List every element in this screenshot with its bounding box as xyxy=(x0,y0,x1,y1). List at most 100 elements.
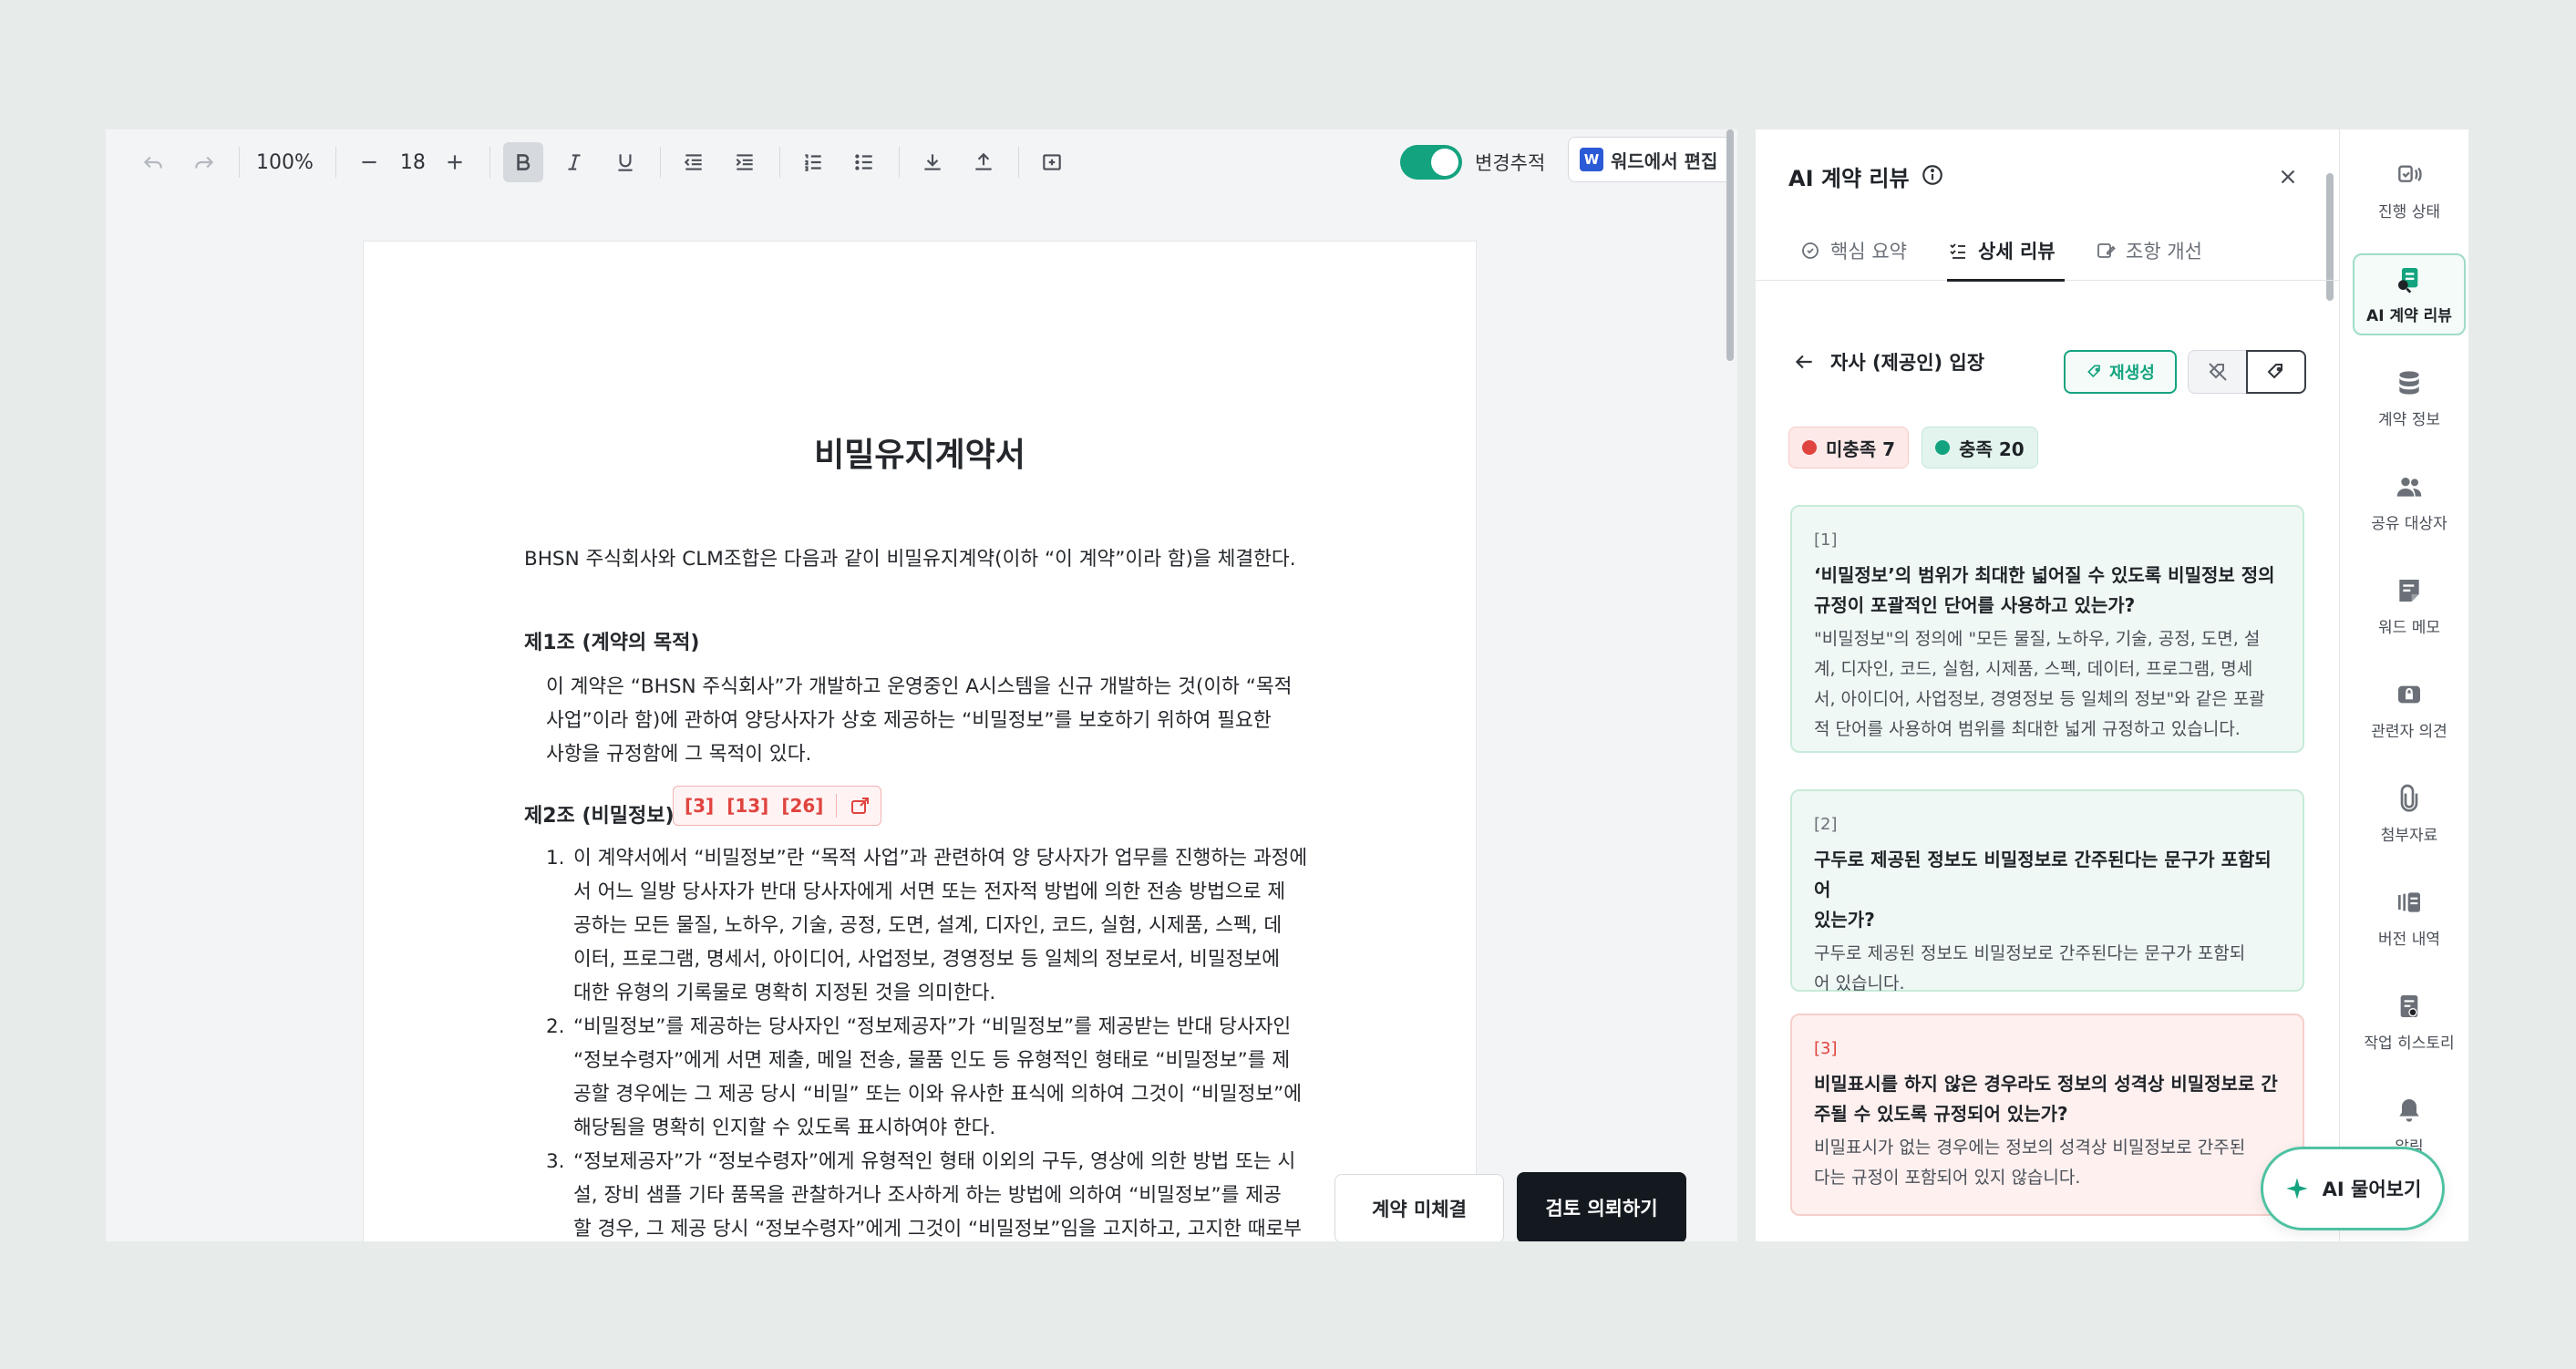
ref-tag[interactable]: [13] xyxy=(726,795,768,817)
font-size-value[interactable]: 18 xyxy=(400,151,426,174)
clause-review-refs[interactable]: [3] [13] [26] xyxy=(673,786,882,826)
card-answer-line: 비밀표시가 없는 경우에는 정보의 성격상 비밀정보로 간주된 xyxy=(1814,1137,2246,1158)
card-answer-line: 서, 아이디어, 사업정보, 경영정보 등 일체의 정보"와 같은 포괄 xyxy=(1814,689,2265,709)
undo-icon[interactable] xyxy=(133,142,173,182)
bold-icon[interactable] xyxy=(502,142,543,182)
indent-icon[interactable] xyxy=(725,142,765,182)
ai-panel-title: AI 계약 리뷰 xyxy=(1788,166,1910,191)
document-intro: BHSN 주식회사와 CLM조합은 다음과 같이 비밀유지계약(이하 “이 계약… xyxy=(524,548,1296,571)
open-review-icon[interactable] xyxy=(850,795,871,817)
card-answer-line: 어 있습니다. xyxy=(1814,973,1905,993)
track-changes-label: 변경추적 xyxy=(1475,152,1546,174)
card-question: 구두로 제공된 정보도 비밀정보로 간주된다는 문구가 포함되어 있는가? xyxy=(1814,845,2281,935)
card-answer-line: 계, 디자인, 코드, 실험, 시제품, 스펙, 데이터, 프로그램, 명세 xyxy=(1814,659,2253,679)
underline-icon[interactable] xyxy=(605,142,645,182)
checklist-icon xyxy=(1950,243,1965,259)
card-answer: 구두로 제공된 정보도 비밀정보로 간주된다는 문구가 포함되 어 있습니다. xyxy=(1814,939,2281,999)
document-title: 비밀유지계약서 xyxy=(814,437,1025,474)
unmet-dot xyxy=(1802,440,1817,455)
met-count: 충족 20 xyxy=(1959,437,2025,460)
card-question-line: 규정이 포괄적인 단어를 사용하고 있는가? xyxy=(1814,594,2136,616)
editor-scrollbar[interactable] xyxy=(1726,129,1734,361)
progress-icon xyxy=(2398,164,2422,182)
close-icon[interactable] xyxy=(2272,160,2304,193)
list-item-line: “정보제공자”가 “정보수령자”에게 유형적인 형태 이외의 구두, 영상에 의… xyxy=(573,1150,1296,1173)
review-card[interactable]: [2] 구두로 제공된 정보도 비밀정보로 간주된다는 문구가 포함되어 있는가… xyxy=(1790,789,2304,993)
unmet-filter[interactable]: 미충족 7 xyxy=(1788,427,1910,468)
card-number: [2] xyxy=(1814,815,1838,834)
article-1-line: 이 계약은 “BHSN 주식회사”가 개발하고 운영중인 A시스템을 신규 개발… xyxy=(546,675,1293,698)
position-label: 자사 (제공인) 입장 xyxy=(1830,352,1985,374)
nav-version-history[interactable]: 버전 내역 xyxy=(2353,877,2466,959)
track-changes-toggle[interactable] xyxy=(1400,145,1462,180)
tab-label: 상세 리뷰 xyxy=(1978,241,2056,262)
review-card[interactable]: [3] 비밀표시를 하지 않은 경우라도 정보의 성격상 비밀정보로 간 주될 … xyxy=(1790,1014,2304,1216)
hide-tags-button[interactable] xyxy=(2188,350,2246,394)
tab-clause-improvement[interactable]: 조항 개선 xyxy=(2095,221,2202,281)
unmet-count: 미충족 7 xyxy=(1826,437,1896,460)
view-toggle-group xyxy=(2188,350,2306,394)
position-header: 자사 (제공인) 입장 xyxy=(1792,348,1984,376)
nav-word-memo[interactable]: 워드 메모 xyxy=(2353,565,2466,647)
nav-label: 첨부자료 xyxy=(2380,826,2438,845)
card-number: [1] xyxy=(1814,530,1838,550)
nav-progress-status[interactable]: 진행 상태 xyxy=(2353,149,2466,232)
list-item-line: “비밀정보”를 제공하는 당사자인 “정보제공자”가 “비밀정보”를 제공받는 … xyxy=(573,1015,1292,1038)
regenerate-label: 재생성 xyxy=(2109,364,2155,383)
sparkle-tag-icon xyxy=(2087,365,2100,378)
card-question-line: 있는가? xyxy=(1814,909,1875,931)
zoom-level[interactable]: 100% xyxy=(256,151,314,174)
edit-doc-icon xyxy=(2097,243,2116,258)
insert-comment-icon[interactable] xyxy=(1032,142,1072,182)
download-icon[interactable] xyxy=(912,142,953,182)
summary-icon xyxy=(1802,242,1819,259)
tab-label: 핵심 요약 xyxy=(1830,241,1907,262)
upload-icon[interactable] xyxy=(963,142,1004,182)
request-review-button[interactable]: 검토 의뢰하기 xyxy=(1517,1172,1686,1241)
edit-in-word-button[interactable]: W 워드에서 편집 xyxy=(1568,137,1734,182)
regenerate-button[interactable]: 재생성 xyxy=(2064,350,2177,394)
tab-summary[interactable]: 핵심 요약 xyxy=(1799,221,1907,281)
toolbar-divider xyxy=(659,147,661,178)
document-page[interactable]: 비밀유지계약서 BHSN 주식회사와 CLM조합은 다음과 같이 비밀유지계약(… xyxy=(363,241,1477,1241)
nav-label: 계약 정보 xyxy=(2378,410,2440,429)
ask-ai-label: AI 물어보기 xyxy=(2322,1179,2422,1200)
edit-in-word-label: 워드에서 편집 xyxy=(1611,149,1718,172)
bullet-list-icon[interactable] xyxy=(844,142,884,182)
decrease-font-icon[interactable] xyxy=(349,142,389,182)
article-1-line: 사항을 규정함에 그 목적이 있다. xyxy=(546,743,812,766)
nav-stakeholder-opinion[interactable]: 관련자 의견 xyxy=(2353,669,2466,751)
nav-ai-review[interactable]: AI 계약 리뷰 xyxy=(2353,253,2466,335)
review-card[interactable]: [1] ‘비밀정보’의 범위가 최대한 넓어질 수 있도록 비밀정보 정의 규정… xyxy=(1790,505,2304,753)
list-item-line: 해당됨을 명확히 인지할 수 있도록 표시하여야 한다. xyxy=(573,1117,996,1139)
ref-tag[interactable]: [3] xyxy=(685,795,714,817)
nav-contract-info[interactable]: 계약 정보 xyxy=(2353,357,2466,439)
list-item-line: 설, 장비 샘플 기타 품목을 관찰하거나 조사하게 하는 방법에 의하여 “비… xyxy=(573,1184,1282,1207)
nav-label: 버전 내역 xyxy=(2378,930,2440,949)
show-tags-button[interactable] xyxy=(2246,350,2306,394)
numbered-list-icon[interactable] xyxy=(793,142,833,182)
bell-icon xyxy=(2399,1098,2419,1122)
history-icon xyxy=(2400,994,2418,1017)
ai-review-icon xyxy=(2398,267,2418,293)
nav-work-history[interactable]: 작업 히스토리 xyxy=(2353,981,2466,1063)
redo-icon[interactable] xyxy=(184,142,224,182)
info-icon[interactable] xyxy=(1921,163,1944,190)
nav-label: 공유 대상자 xyxy=(2371,514,2447,533)
card-answer-line: 다는 규정이 포함되어 있지 않습니다. xyxy=(1814,1168,2081,1188)
nav-attachments[interactable]: 첨부자료 xyxy=(2353,773,2466,855)
ask-ai-button[interactable]: AI 물어보기 xyxy=(2261,1147,2445,1230)
list-item-line: 공하는 모든 물질, 노하우, 기술, 공정, 도면, 설계, 디자인, 코드,… xyxy=(573,914,1283,937)
italic-icon[interactable] xyxy=(554,142,594,182)
card-question: 비밀표시를 하지 않은 경우라도 정보의 성격상 비밀정보로 간 주될 수 있도… xyxy=(1814,1069,2281,1129)
people-icon xyxy=(2396,477,2422,497)
contract-unsigned-button[interactable]: 계약 미체결 xyxy=(1334,1174,1504,1241)
met-filter[interactable]: 충족 20 xyxy=(1922,427,2038,468)
tab-detailed-review[interactable]: 상세 리뷰 xyxy=(1947,221,2065,282)
list-item: 2. “비밀정보”를 제공하는 당사자인 “정보제공자”가 “비밀정보”를 제공… xyxy=(546,1010,1366,1145)
nav-shared-with[interactable]: 공유 대상자 xyxy=(2353,461,2466,543)
back-arrow-icon[interactable] xyxy=(1792,350,1816,374)
ref-tag[interactable]: [26] xyxy=(781,795,823,817)
increase-font-icon[interactable] xyxy=(435,142,475,182)
outdent-icon[interactable] xyxy=(674,142,714,182)
